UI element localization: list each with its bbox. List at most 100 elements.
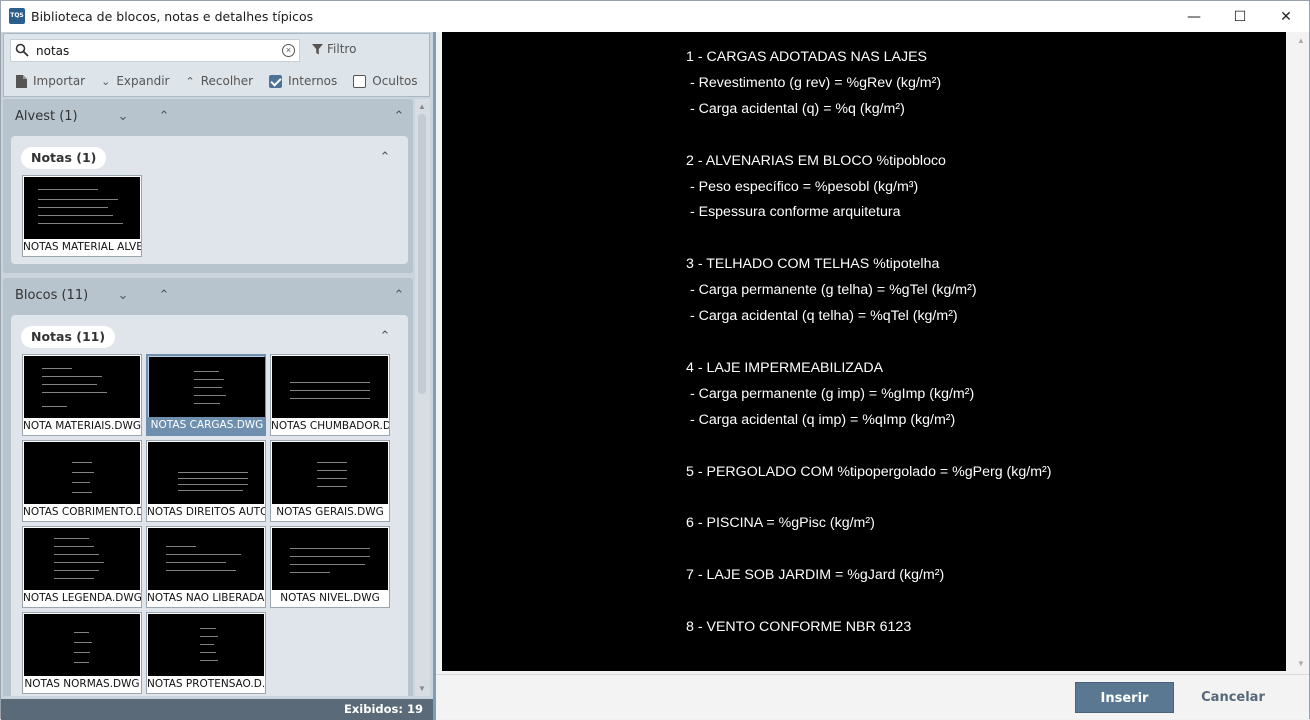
subgroup-title[interactable]: Notas (11) [21,326,116,348]
thumbnail-item[interactable]: NOTAS GERAIS.DWG [270,440,390,522]
insert-button[interactable]: Inserir [1075,682,1174,713]
thumbnail-item[interactable]: NOTAS CHUMBADOR.D... [270,354,390,436]
thumbnail-item[interactable]: NOTA MATERIAIS.DWG [22,354,142,436]
drawing-preview [272,528,388,590]
preview-line [686,434,1051,460]
library-scrollbar[interactable]: ▲ ▼ [415,99,430,696]
thumbnail-label: NOTAS COBRIMENTO.D... [23,504,141,521]
collapse-subgroup-icon[interactable]: ⌃ [378,330,392,344]
preview-line: - Carga permanente (g imp) = %gImp (kg/m… [686,385,975,402]
preview-scrollbar[interactable]: ▲ ▼ [1294,32,1309,672]
internal-checkbox[interactable]: Internos [269,74,337,88]
window-title: Biblioteca de blocos, notas e detalhes t… [31,9,314,24]
preview-line: - Revestimento (g rev) = %gRev (kg/m²) [686,74,942,91]
preview-line: 2 - ALVENARIAS EM BLOCO %tipobloco [686,152,946,169]
preview-line: - Carga acidental (q) = %q (kg/m²) [686,100,905,117]
scrollbar-thumb[interactable] [418,114,426,394]
hidden-checkbox[interactable]: Ocultos [353,74,418,88]
import-button[interactable]: Importar [16,74,85,88]
internal-check-mark[interactable] [269,74,283,88]
drawing-preview-canvas: 1 - CARGAS ADOTADAS NAS LAJES - Revestim… [442,32,1286,671]
preview-line: 5 - PERGOLADO COM %tipopergolado = %gPer… [686,463,1052,480]
group-title[interactable]: Blocos (11) [15,288,88,303]
hidden-label: Ocultos [372,74,418,88]
search-input[interactable]: notas × [10,39,300,62]
preview-line: 6 - PISCINA = %gPisc (kg/m²) [686,515,875,532]
dialog-buttons: Inserir Cancelar [436,674,1309,719]
thumbnail-item[interactable]: NOTAS PROTENSAO.D... [146,612,266,694]
thumbnail-item[interactable]: NOTAS DIREITOS AUTO... [146,440,266,522]
drawing-preview [24,614,140,676]
collapse-subgroup-icon[interactable]: ⌃ [378,151,392,165]
scroll-up-icon[interactable]: ▲ [1297,36,1305,45]
cancel-button[interactable]: Cancelar [1193,682,1273,713]
preview-notes-text: 1 - CARGAS ADOTADAS NAS LAJES - Revestim… [686,45,1051,641]
thumbnail-label: NOTAS CHUMBADOR.D... [271,418,389,435]
thumbnail-label: NOTAS LEGENDA.DWG [23,590,141,607]
collapse-group-icon[interactable]: ⌃ [392,110,406,124]
close-button[interactable]: ✕ [1263,1,1309,32]
group-alvest: Alvest (1) ⌄ ⌃ ⌃ Notas (1) ⌃ NOTAS MATER… [3,99,413,273]
preview-line [686,537,1051,563]
drawing-preview [148,442,264,504]
thumbnail-label: NOTA MATERIAIS.DWG [23,418,141,435]
filter-label: Filtro [327,42,357,56]
thumbnail-item-selected[interactable]: NOTAS CARGAS.DWG [146,354,266,436]
funnel-icon [312,43,323,54]
toolbar-actions: Importar ⌄ Expandir ⌃ Recolher Internos … [16,72,434,90]
drawing-preview [24,177,140,239]
collapse-group-icon[interactable]: ⌃ [392,289,406,303]
scroll-up-icon[interactable]: ▲ [418,102,426,111]
preview-line [686,330,1051,356]
drawing-preview [148,614,264,676]
preview-line [686,123,1051,149]
thumbnail-label: NOTAS MATERIAL ALVE... [23,239,141,256]
preview-line: 1 - CARGAS ADOTADAS NAS LAJES [686,49,927,65]
thumbnail-item[interactable]: NOTAS NAO LIBERADA... [146,526,266,608]
expand-button[interactable]: ⌄ Expandir [101,74,169,88]
thumbnail-item[interactable]: NOTAS NORMAS.DWG [22,612,142,694]
drawing-preview [149,357,265,419]
group-title[interactable]: Alvest (1) [15,109,78,124]
search-value: notas [36,44,70,58]
collapse-button[interactable]: ⌃ Recolher [186,74,254,88]
chevron-down-icon[interactable]: ⌄ [116,289,130,303]
preview-line: 3 - TELHADO COM TELHAS %tipotelha [686,256,940,273]
subgroup-title[interactable]: Notas (1) [21,147,107,169]
scroll-down-icon[interactable]: ▼ [418,684,426,693]
search-icon [15,43,29,57]
drawing-preview [272,442,388,504]
filter-button[interactable]: Filtro [312,42,356,56]
import-label: Importar [33,74,86,88]
clear-search-icon[interactable]: × [282,44,295,57]
maximize-button[interactable]: ☐ [1217,1,1263,32]
expand-label: Expandir [116,74,170,88]
title-bar: TQS Biblioteca de blocos, notas e detalh… [1,1,1309,32]
library-list: Alvest (1) ⌄ ⌃ ⌃ Notas (1) ⌃ NOTAS MATER… [3,99,415,696]
minimize-button[interactable]: — [1171,1,1217,32]
subgroup-notas: Notas (1) ⌃ NOTAS MATERIAL ALVE... [11,136,408,264]
preview-line: 4 - LAJE IMPERMEABILIZADA [686,359,884,376]
preview-line: - Carga permanente (g telha) = %gTel (kg… [686,282,977,299]
chevron-up-icon[interactable]: ⌃ [157,289,171,303]
drawing-preview [272,356,388,418]
thumbnail-item[interactable]: NOTAS MATERIAL ALVE... [22,175,142,257]
preview-line: - Espessura conforme arquitetura [686,204,901,221]
preview-line: 8 - VENTO CONFORME NBR 6123 [686,618,912,635]
preview-line: - Carga acidental (q imp) = %qImp (kg/m²… [686,411,956,428]
drawing-preview [24,442,140,504]
thumbnail-label: NOTAS PROTENSAO.D... [147,676,265,693]
chevron-down-icon[interactable]: ⌄ [116,110,130,124]
hidden-check-box[interactable] [353,74,367,88]
collapse-label: Recolher [200,74,254,88]
thumbnail-item[interactable]: NOTAS NIVEL.DWG [270,526,390,608]
chevron-up-icon: ⌃ [185,74,195,88]
scroll-down-icon[interactable]: ▼ [1297,659,1305,668]
thumbnail-item[interactable]: NOTAS LEGENDA.DWG [22,526,142,608]
subgroup-notas: Notas (11) ⌃ NOTA MATERIAIS.DWG NOTAS CA… [11,315,408,696]
drawing-preview [24,356,140,418]
thumbnail-item[interactable]: NOTAS COBRIMENTO.D... [22,440,142,522]
preview-line [686,226,1051,252]
thumbnail-label: NOTAS CARGAS.DWG [148,417,266,434]
chevron-up-icon[interactable]: ⌃ [157,110,171,124]
